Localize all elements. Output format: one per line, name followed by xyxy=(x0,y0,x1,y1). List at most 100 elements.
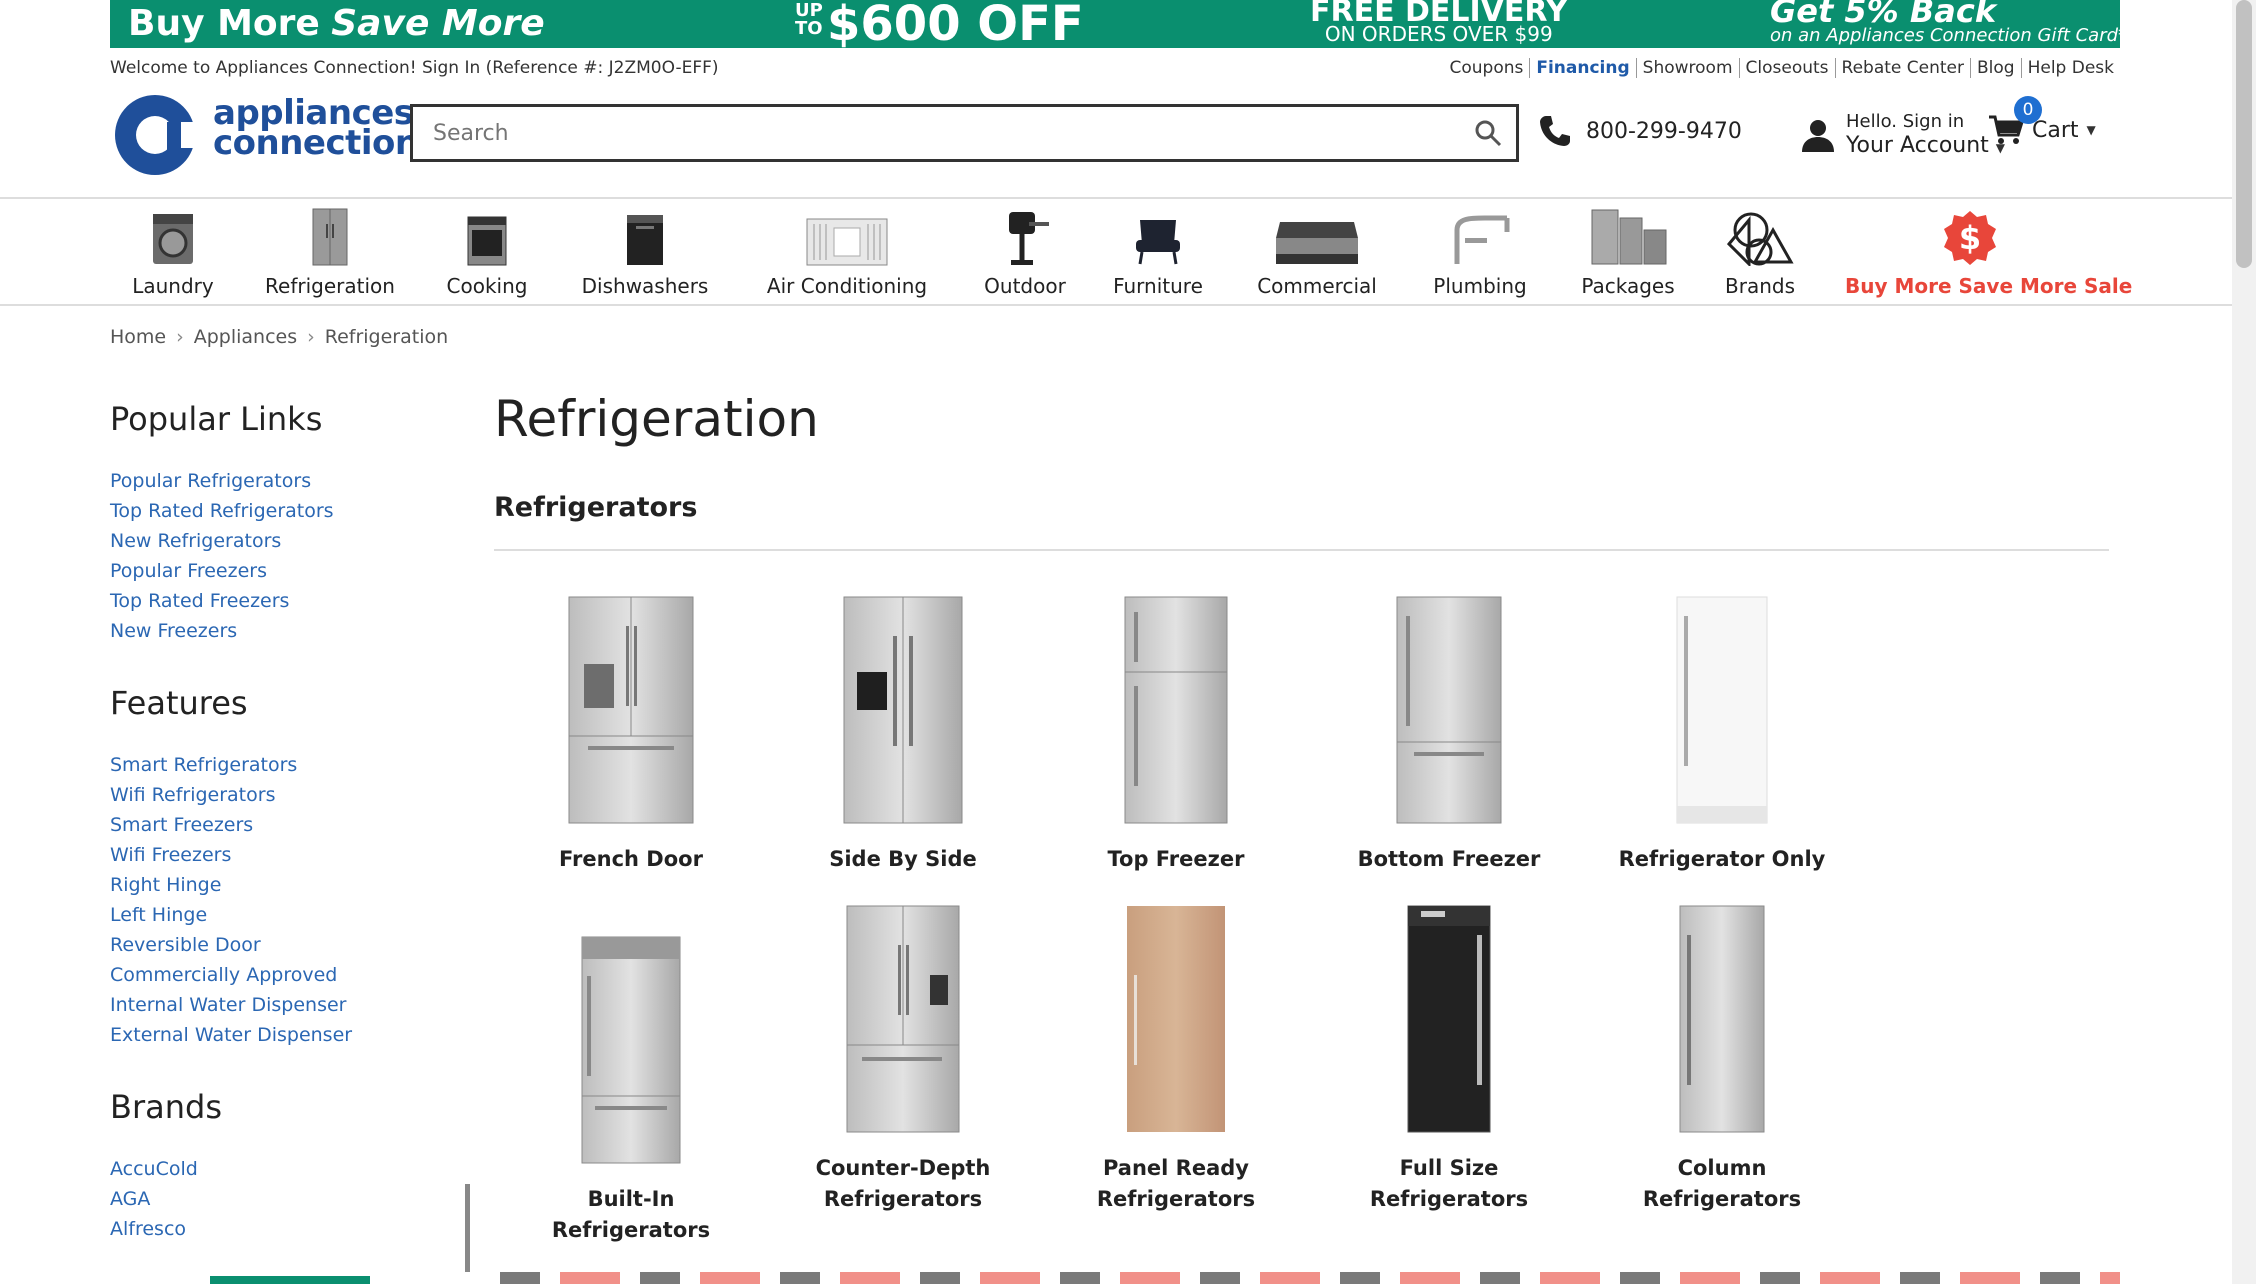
help-desk-link[interactable]: Help Desk xyxy=(2020,58,2120,78)
tile-column[interactable]: Column Refrigerators xyxy=(1597,903,1847,1215)
phone-number[interactable]: 800-299-9470 xyxy=(1586,119,1742,144)
chevron-right-icon: › xyxy=(307,326,315,348)
nav-brands[interactable]: Brands xyxy=(1710,206,1810,298)
sidebar-link[interactable]: Reversible Door xyxy=(110,930,450,960)
cart-button[interactable]: 0 Cart ▼ xyxy=(1988,96,2096,146)
nav-sale[interactable]: $ Buy More Save More Sale xyxy=(1845,206,2132,298)
sidebar-link[interactable]: Popular Freezers xyxy=(110,556,450,586)
nav-cooking[interactable]: Cooking xyxy=(437,206,537,298)
nav-laundry[interactable]: Laundry xyxy=(123,206,223,298)
account-greeting: Hello. Sign in xyxy=(1846,111,1965,132)
rebate-center-link[interactable]: Rebate Center xyxy=(1834,58,1970,78)
sidebar-link[interactable]: Smart Refrigerators xyxy=(110,750,450,780)
nav-dishwashers[interactable]: Dishwashers xyxy=(575,206,715,298)
category-nav: Laundry Refrigeration Cooking Dishwasher… xyxy=(0,206,2232,302)
breadcrumb: Home › Appliances › Refrigeration xyxy=(110,326,448,348)
ac-icon xyxy=(806,218,888,266)
sidebar-link[interactable]: Top Rated Freezers xyxy=(110,586,450,616)
display-case-icon xyxy=(1276,222,1358,264)
logo-wordmark: appliances connection xyxy=(213,93,419,163)
financing-link[interactable]: Financing xyxy=(1529,58,1635,78)
tile-panel-ready[interactable]: Panel Ready Refrigerators xyxy=(1051,903,1301,1215)
sidebar-link[interactable]: Top Rated Refrigerators xyxy=(110,496,450,526)
breadcrumb-current: Refrigeration xyxy=(324,326,449,348)
blog-link[interactable]: Blog xyxy=(1970,58,2021,78)
promo-banner[interactable]: Buy More Save More UP TO$600 OFF FREE DEL… xyxy=(110,0,2120,48)
site-logo[interactable]: appliances connection xyxy=(110,92,419,176)
nav-refrigeration[interactable]: Refrigeration xyxy=(265,206,395,298)
brands-section: Brands AccuCold AGA Alfresco xyxy=(110,1088,450,1244)
welcome-text[interactable]: Welcome to Appliances Connection! Sign I… xyxy=(110,58,719,78)
svg-text:$: $ xyxy=(1959,219,1981,257)
account-label: Your Account ▼ xyxy=(1846,133,2006,158)
page-scrollbar[interactable] xyxy=(2232,0,2256,1284)
bottom-freezer-fridge-icon xyxy=(1396,596,1502,824)
column-fridge-icon xyxy=(1679,905,1765,1133)
chair-icon xyxy=(1136,220,1180,265)
header-divider xyxy=(0,197,2232,199)
sidebar-link[interactable]: Alfresco xyxy=(110,1214,450,1244)
phone-icon xyxy=(1540,116,1570,146)
page-title: Refrigeration xyxy=(494,390,819,448)
nav-packages[interactable]: Packages xyxy=(1578,206,1678,298)
nav-plumbing[interactable]: Plumbing xyxy=(1430,206,1530,298)
utility-links: Coupons Financing Showroom Closeouts Reb… xyxy=(1443,58,2120,78)
promo-discount: UP TO$600 OFF xyxy=(795,0,1084,48)
tile-bottom-freezer[interactable]: Bottom Freezer xyxy=(1324,594,1574,875)
side-by-side-fridge-icon xyxy=(843,596,963,824)
built-in-fridge-icon xyxy=(581,936,681,1164)
panel-ready-fridge-icon xyxy=(1127,906,1225,1132)
tile-french-door[interactable]: French Door xyxy=(506,594,756,875)
popular-links-heading: Popular Links xyxy=(110,400,323,438)
search-icon[interactable] xyxy=(1474,119,1502,147)
features-heading: Features xyxy=(110,684,248,722)
tile-side-by-side[interactable]: Side By Side xyxy=(778,594,1028,875)
sidebar-link[interactable]: AccuCold xyxy=(110,1154,450,1184)
sidebar-link[interactable]: Smart Freezers xyxy=(110,810,450,840)
sidebar-link[interactable]: Right Hinge xyxy=(110,870,450,900)
tile-refrigerator-only[interactable]: Refrigerator Only xyxy=(1597,594,1847,875)
sidebar-link[interactable]: AGA xyxy=(110,1184,450,1214)
sidebar-link[interactable]: Left Hinge xyxy=(110,900,450,930)
breadcrumb-appliances[interactable]: Appliances xyxy=(194,326,297,348)
sidebar-link[interactable]: Wifi Refrigerators xyxy=(110,780,450,810)
phone-contact[interactable]: 800-299-9470 xyxy=(1538,114,1742,148)
tile-full-size[interactable]: Full Size Refrigerators xyxy=(1324,903,1574,1215)
promo-free-delivery: FREE DELIVERY ON ORDERS OVER $99 xyxy=(1310,0,1568,46)
nav-air-conditioning[interactable]: Air Conditioning xyxy=(762,206,932,298)
sidebar-scrollbar[interactable] xyxy=(465,1184,470,1280)
sidebar-link[interactable]: External Water Dispenser xyxy=(110,1020,450,1050)
fridge-icon xyxy=(312,208,348,266)
scrollbar-thumb[interactable] xyxy=(2236,0,2252,268)
features-section: Features Smart Refrigerators Wifi Refrig… xyxy=(110,684,450,1050)
tile-built-in[interactable]: Built-In Refrigerators xyxy=(506,934,756,1246)
breadcrumb-home[interactable]: Home xyxy=(110,326,166,348)
sidebar-link[interactable]: Wifi Freezers xyxy=(110,840,450,870)
nav-outdoor[interactable]: Outdoor xyxy=(975,206,1075,298)
closeouts-link[interactable]: Closeouts xyxy=(1738,58,1835,78)
showroom-link[interactable]: Showroom xyxy=(1635,58,1739,78)
chevron-right-icon: › xyxy=(176,326,184,348)
tile-top-freezer[interactable]: Top Freezer xyxy=(1051,594,1301,875)
faucet-icon xyxy=(1454,215,1510,264)
dollar-badge-icon: $ xyxy=(1944,211,1996,265)
sidebar-link[interactable]: New Refrigerators xyxy=(110,526,450,556)
sidebar: Popular Links Popular Refrigerators Top … xyxy=(110,400,450,1282)
sidebar-link[interactable]: Commercially Approved xyxy=(110,960,450,990)
sidebar-link[interactable]: New Freezers xyxy=(110,616,450,646)
coupons-link[interactable]: Coupons xyxy=(1443,58,1529,78)
grill-icon xyxy=(1009,212,1049,265)
account-menu[interactable]: Hello. Sign in Your Account ▼ xyxy=(1800,110,2005,160)
search-input[interactable] xyxy=(413,107,1413,159)
nav-commercial[interactable]: Commercial xyxy=(1247,206,1387,298)
range-icon xyxy=(467,216,507,266)
nav-furniture[interactable]: Furniture xyxy=(1108,206,1208,298)
tile-counter-depth[interactable]: Counter-Depth Refrigerators xyxy=(778,903,1028,1215)
sidebar-link[interactable]: Internal Water Dispenser xyxy=(110,990,450,1020)
brands-icon xyxy=(1726,212,1794,266)
sidebar-link[interactable]: Popular Refrigerators xyxy=(110,466,450,496)
search-bar[interactable] xyxy=(410,104,1519,162)
nav-divider xyxy=(0,304,2232,306)
user-icon xyxy=(1802,120,1834,152)
bottom-banner-partial[interactable] xyxy=(0,1272,2232,1284)
